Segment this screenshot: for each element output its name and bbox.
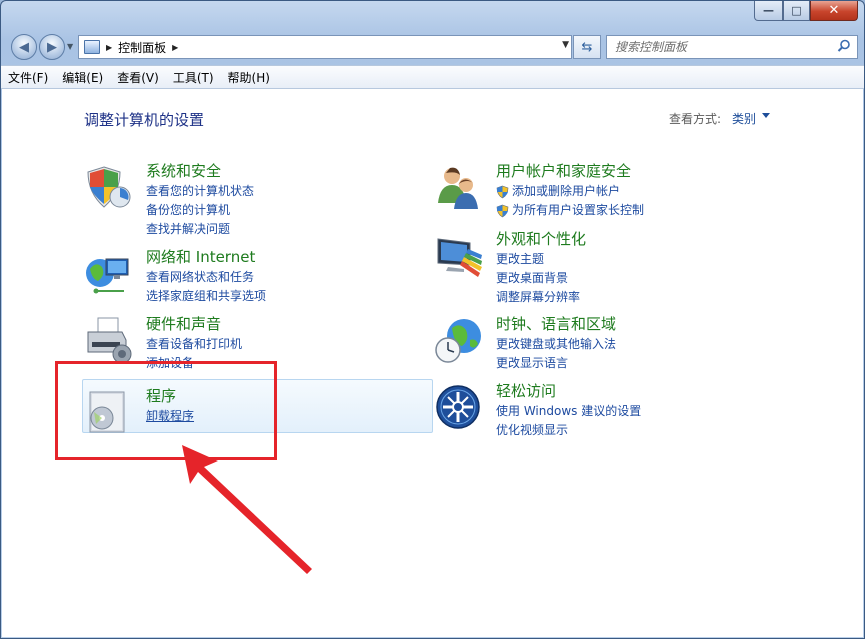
breadcrumb-arrow-icon[interactable]: ▶ <box>172 43 178 52</box>
refresh-button[interactable]: ⇆ <box>573 35 601 59</box>
control-panel-window: — □ ✕ ◀ ▶ ▼ ▶ 控制面板 ▶ ▼ ⇆ 文件(F) 编辑(E) 查看(… <box>0 0 865 639</box>
forward-button[interactable]: ▶ <box>39 34 65 60</box>
minimize-button[interactable]: — <box>754 1 783 21</box>
menu-file[interactable]: 文件(F) <box>1 69 55 86</box>
menu-help[interactable]: 帮助(H) <box>221 69 277 86</box>
search-input[interactable] <box>613 39 832 55</box>
caption-buttons: — □ ✕ <box>754 1 858 21</box>
search-icon[interactable] <box>837 39 851 53</box>
main-content: 调整计算机的设置 查看方式: 类别 系统和安全 查看您的计算机状态 备份您的计算… <box>2 89 863 637</box>
recent-pages-dropdown-icon[interactable]: ▼ <box>67 42 73 51</box>
navigation-bar: ◀ ▶ ▼ ▶ 控制面板 ▶ ▼ ⇆ <box>1 33 864 61</box>
back-button[interactable]: ◀ <box>11 34 37 60</box>
close-button[interactable]: ✕ <box>810 1 858 21</box>
menu-view[interactable]: 查看(V) <box>110 69 166 86</box>
address-dropdown-icon[interactable]: ▼ <box>562 40 569 50</box>
address-bar[interactable]: ▶ 控制面板 ▶ ▼ <box>78 35 572 59</box>
menu-tools[interactable]: 工具(T) <box>166 69 221 86</box>
breadcrumb-arrow-icon[interactable]: ▶ <box>106 43 112 52</box>
refresh-icon: ⇆ <box>581 39 593 55</box>
control-panel-icon <box>84 40 100 54</box>
menu-edit[interactable]: 编辑(E) <box>55 69 110 86</box>
menu-bar: 文件(F) 编辑(E) 查看(V) 工具(T) 帮助(H) <box>1 65 864 89</box>
breadcrumb-control-panel[interactable]: 控制面板 <box>118 39 166 56</box>
annotation-arrow <box>182 445 312 574</box>
search-box[interactable] <box>606 35 858 59</box>
maximize-button[interactable]: □ <box>783 1 810 21</box>
